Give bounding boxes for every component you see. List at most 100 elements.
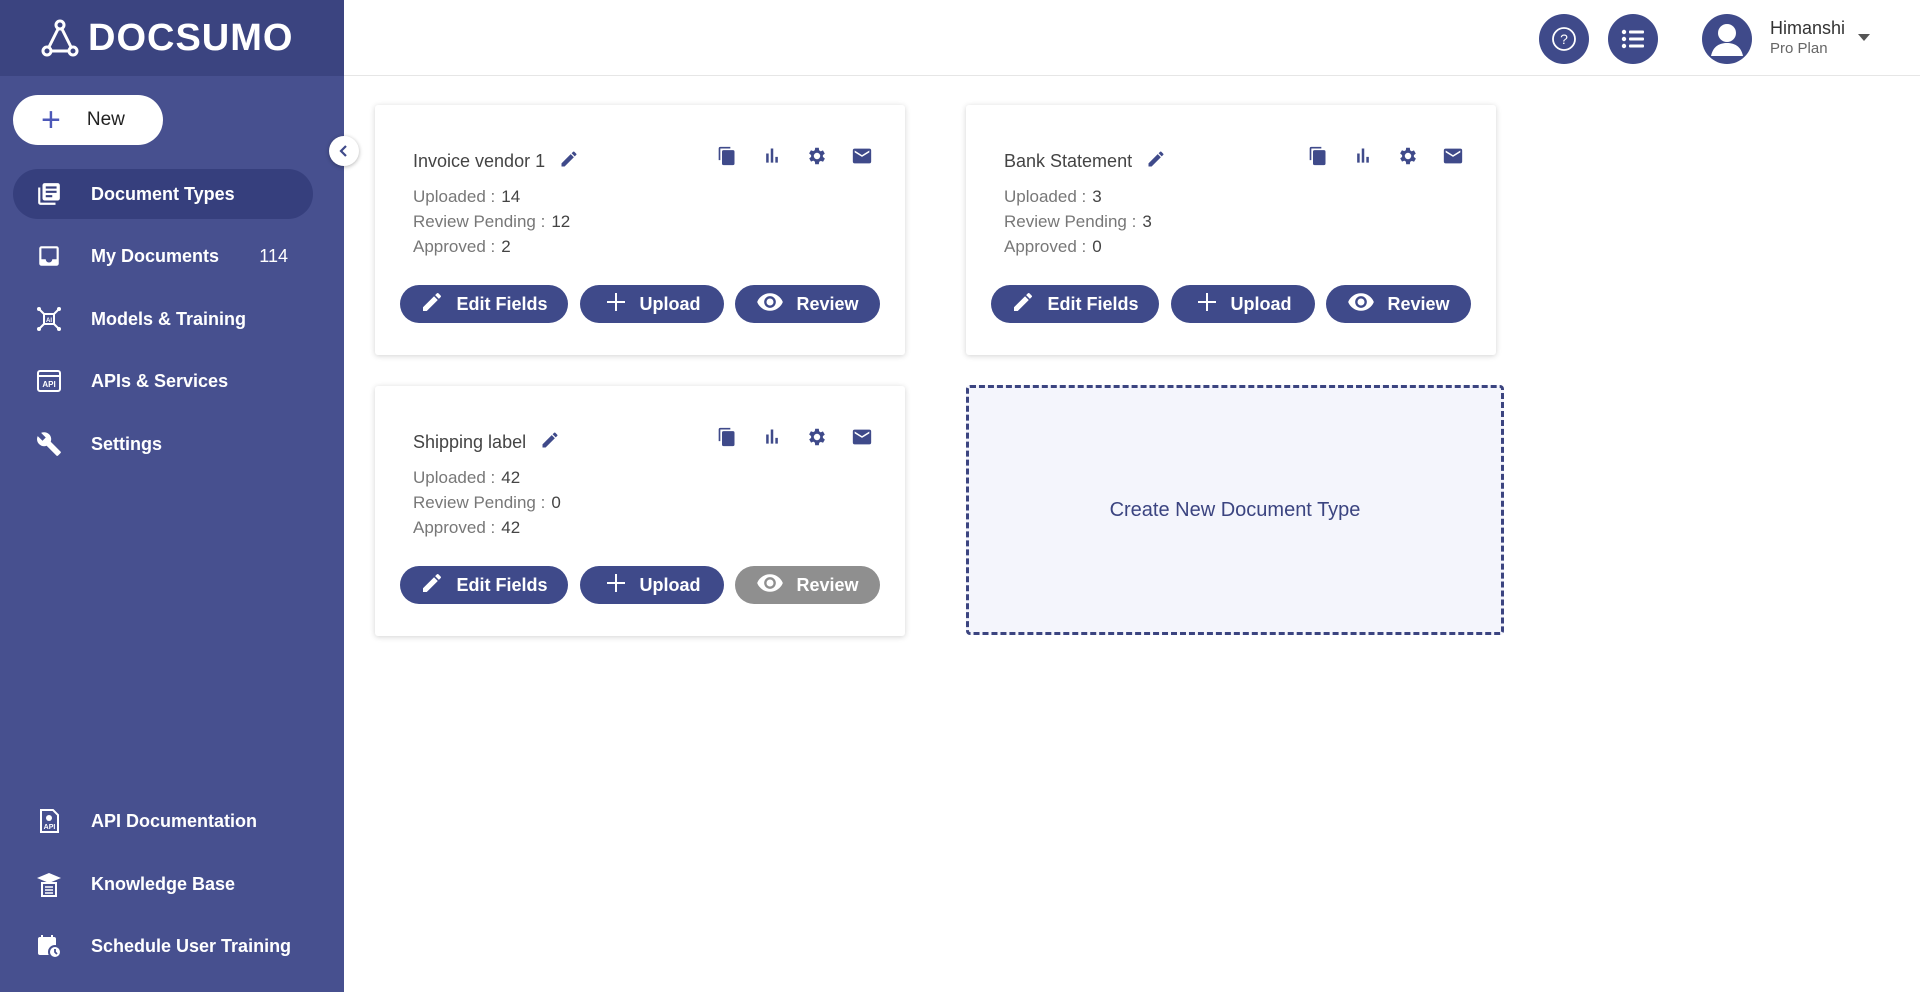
stat-label: Review Pending :: [1004, 212, 1137, 231]
upload-button[interactable]: Upload: [580, 285, 724, 323]
sidebar-item-settings[interactable]: Settings: [13, 419, 313, 469]
stat-label: Approved :: [413, 518, 496, 537]
copy-icon[interactable]: [712, 141, 742, 171]
mail-icon[interactable]: [847, 141, 877, 171]
bar-chart-icon[interactable]: [1348, 141, 1378, 171]
sidebar-item-my-documents[interactable]: My Documents 114: [13, 231, 313, 281]
docsumo-logo-icon: [41, 19, 79, 57]
help-button[interactable]: ?: [1539, 14, 1589, 64]
stat-review-pending: Review Pending : 0: [413, 493, 561, 513]
stat-label: Review Pending :: [413, 493, 546, 512]
pencil-icon: [420, 571, 456, 600]
user-menu-caret-icon[interactable]: [1858, 34, 1870, 41]
stat-label: Approved :: [1004, 237, 1087, 256]
sidebar-item-label: Document Types: [91, 183, 235, 204]
user-name[interactable]: Himanshi: [1770, 18, 1845, 39]
document-type-name: Bank Statement: [1004, 151, 1133, 171]
gear-icon[interactable]: [1393, 141, 1423, 171]
card-action-icons: [697, 141, 877, 171]
sidebar-item-knowledge-base[interactable]: Knowledge Base: [13, 859, 313, 909]
sidebar-item-label: Knowledge Base: [91, 873, 236, 894]
sidebar-item-document-types[interactable]: Document Types: [13, 169, 313, 219]
logo-text: DOCSUMO: [88, 16, 294, 59]
stat-label: Uploaded :: [1004, 187, 1087, 206]
gear-icon[interactable]: [802, 422, 832, 452]
stat-review-pending: Review Pending : 3: [1004, 212, 1152, 232]
sidebar-item-label: Settings: [91, 433, 163, 454]
edit-fields-button[interactable]: Edit Fields: [400, 566, 568, 604]
logo[interactable]: DOCSUMO: [0, 0, 344, 76]
copy-icon[interactable]: [1303, 141, 1333, 171]
button-label: Review: [796, 293, 859, 314]
sidebar-item-api-documentation[interactable]: API API Documentation: [13, 796, 313, 846]
review-button[interactable]: Review: [1326, 285, 1471, 323]
stat-review-pending: Review Pending : 12: [413, 212, 570, 232]
plus-icon: [604, 571, 640, 600]
rename-pencil-icon[interactable]: [559, 149, 579, 174]
button-label: Upload: [639, 293, 701, 314]
sidebar-item-label: Models & Training: [91, 308, 247, 329]
task-list-button[interactable]: [1608, 14, 1658, 64]
create-document-type-card[interactable]: Create New Document Type: [966, 385, 1504, 635]
stat-value: 14: [501, 187, 521, 206]
new-button[interactable]: + New: [13, 95, 163, 145]
tools-icon: [35, 430, 63, 458]
stat-uploaded: Uploaded : 42: [413, 468, 520, 488]
sidebar-item-models-training[interactable]: AI Models & Training: [13, 294, 313, 344]
api-icon: API: [35, 367, 63, 395]
svg-text:AI: AI: [46, 318, 52, 324]
review-button[interactable]: Review: [735, 285, 880, 323]
top-bar: [344, 0, 1920, 76]
help-icon: ?: [1552, 27, 1576, 51]
list-icon: [1621, 29, 1644, 49]
sidebar-item-schedule-user-training[interactable]: Schedule User Training: [13, 921, 313, 971]
upload-button[interactable]: Upload: [1171, 285, 1315, 323]
document-type-card: Shipping label Uploaded : 42 Review Pendi…: [375, 386, 905, 636]
user-icon: [1711, 24, 1743, 56]
gear-icon[interactable]: [802, 141, 832, 171]
document-type-name: Invoice vendor 1: [413, 151, 546, 171]
button-label: Edit Fields: [1047, 293, 1139, 314]
sidebar: DOCSUMO + New Document Types My Document…: [0, 0, 344, 992]
rename-pencil-icon[interactable]: [1146, 149, 1166, 174]
button-label: Upload: [639, 574, 701, 595]
plus-icon: [1195, 290, 1231, 319]
button-label: Review: [796, 574, 859, 595]
edit-fields-button[interactable]: Edit Fields: [400, 285, 568, 323]
avatar[interactable]: [1702, 14, 1752, 64]
mail-icon[interactable]: [1438, 141, 1468, 171]
pencil-icon: [420, 290, 456, 319]
stat-value: 0: [551, 493, 561, 512]
api-doc-icon: API: [35, 807, 63, 835]
sidebar-item-label: API Documentation: [91, 810, 258, 831]
stat-uploaded: Uploaded : 14: [413, 187, 520, 207]
button-label: Edit Fields: [456, 574, 548, 595]
document-type-card: Invoice vendor 1 Uploaded : 14 Review Pen…: [375, 105, 905, 355]
stat-approved: Approved : 42: [413, 518, 520, 538]
plus-icon: [604, 290, 640, 319]
collapse-sidebar-button[interactable]: [329, 136, 359, 166]
stat-approved: Approved : 0: [1004, 237, 1102, 257]
copy-icon[interactable]: [712, 422, 742, 452]
review-button[interactable]: Review: [735, 566, 880, 604]
svg-text:API: API: [44, 824, 56, 831]
edit-fields-button[interactable]: Edit Fields: [991, 285, 1159, 323]
graduation-cap-icon: [35, 870, 63, 898]
bar-chart-icon[interactable]: [757, 422, 787, 452]
stat-label: Uploaded :: [413, 468, 496, 487]
stat-label: Uploaded :: [413, 187, 496, 206]
stat-value: 0: [1092, 237, 1102, 256]
mail-icon[interactable]: [847, 422, 877, 452]
card-title: Shipping label: [413, 430, 560, 455]
sidebar-item-apis-services[interactable]: API APIs & Services: [13, 356, 313, 406]
pencil-icon: [1011, 290, 1047, 319]
upload-button[interactable]: Upload: [580, 566, 724, 604]
button-label: Edit Fields: [456, 293, 548, 314]
calendar-clock-icon: [35, 932, 63, 960]
plus-icon: +: [41, 101, 61, 139]
rename-pencil-icon[interactable]: [540, 430, 560, 455]
button-label: Review: [1387, 293, 1450, 314]
ai-model-icon: AI: [35, 305, 63, 333]
inbox-icon: [35, 242, 63, 270]
bar-chart-icon[interactable]: [757, 141, 787, 171]
